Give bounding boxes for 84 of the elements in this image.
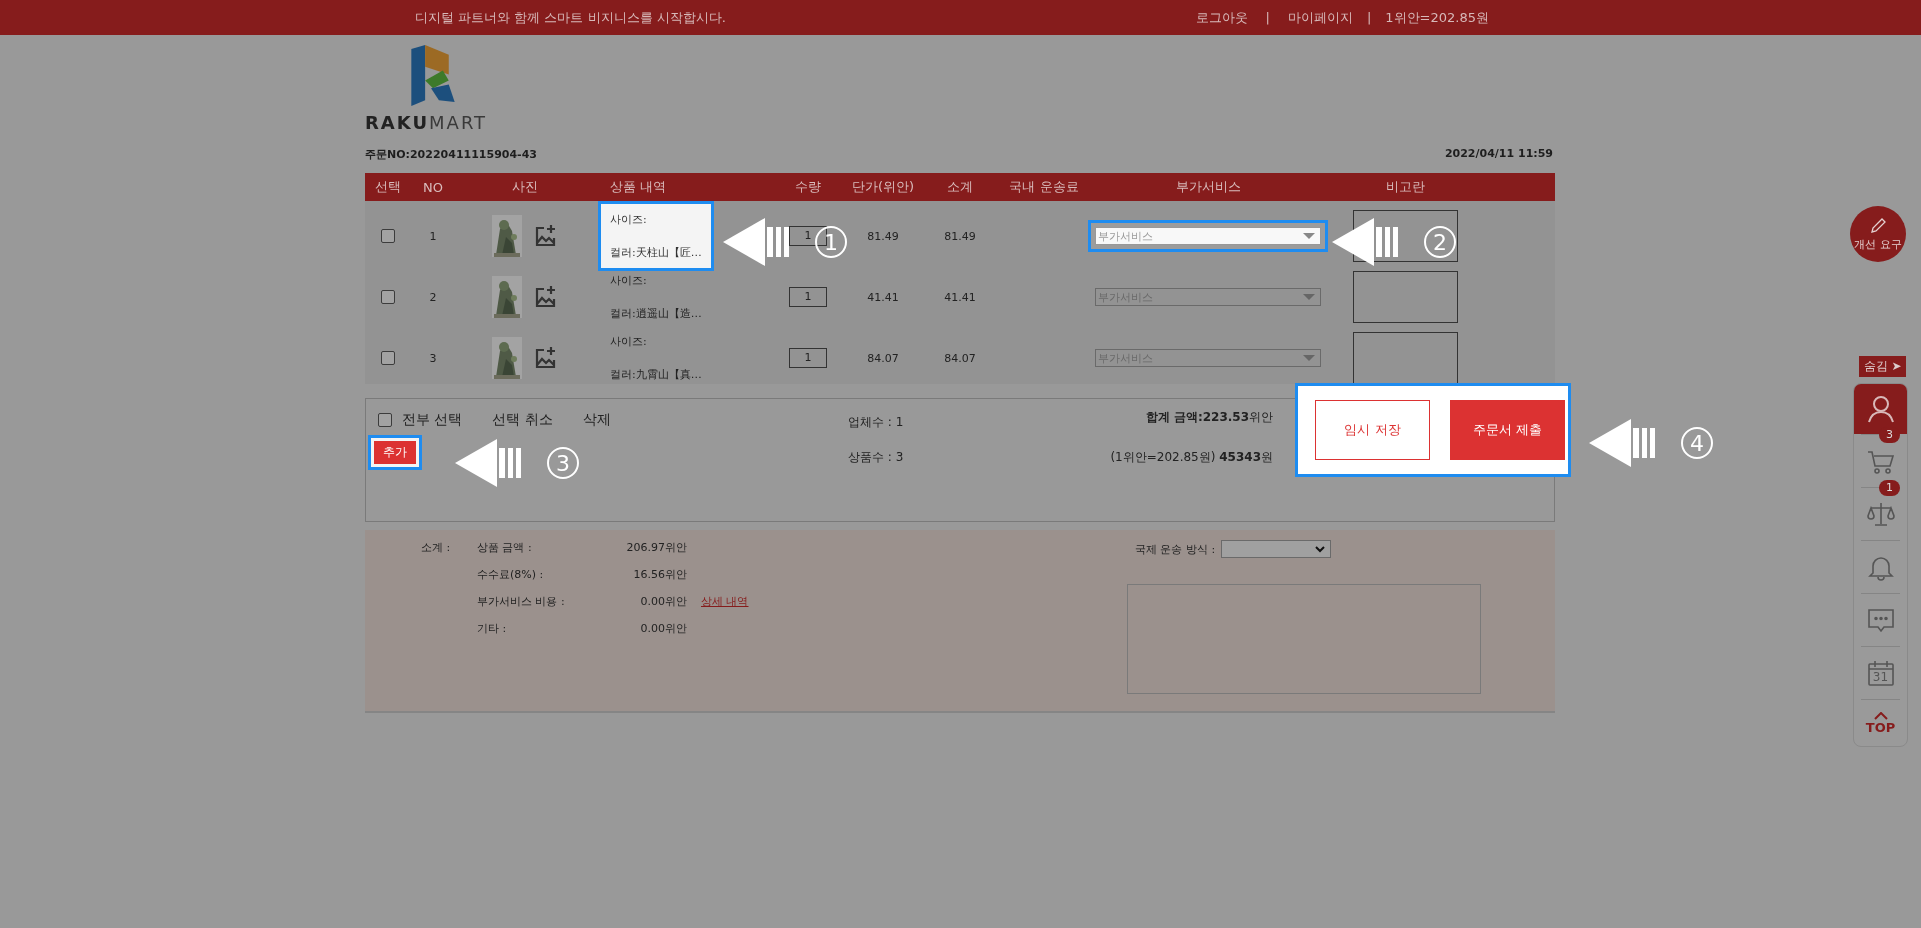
column-header: NO — [422, 179, 444, 195]
separator-text: | — [1366, 10, 1372, 25]
unit-price: 84.07 — [867, 351, 899, 365]
size-text: 사이즈: — [610, 334, 648, 349]
color-text: 컬러:天柱山【匠… — [610, 245, 702, 260]
pencil-icon — [1869, 216, 1887, 235]
details-link[interactable]: 상세 내역 — [687, 595, 749, 608]
remarks-field[interactable] — [1127, 584, 1481, 694]
total-amount: 합계 금액:223.53위안 — [1145, 409, 1273, 426]
column-header: 단가(위안) — [850, 178, 916, 196]
column-header: 사진 — [511, 178, 539, 196]
logout-link[interactable]: 로그아웃 — [1195, 8, 1248, 27]
fee-value: 0.00위안 — [639, 594, 687, 609]
subtotal: 41.41 — [944, 290, 976, 304]
row-number: 2 — [429, 290, 437, 304]
step-number: 3 — [547, 447, 579, 479]
count-badge: 3 — [1879, 427, 1900, 443]
add-image-icon[interactable] — [534, 224, 558, 248]
note-field[interactable] — [1352, 271, 1458, 323]
dropdown-caret-icon — [1303, 355, 1315, 361]
quantity-field[interactable]: 1 — [789, 348, 827, 368]
column-header: 비고란 — [1384, 178, 1426, 196]
fee-label: 부가서비스 비용 : — [477, 594, 566, 609]
unit-price: 41.41 — [867, 290, 899, 304]
slogan-text: 디지털 파트너와 함께 스마트 비지니스를 시작합시다. — [415, 8, 727, 27]
count-badge: 1 — [1879, 480, 1900, 496]
row-number: 1 — [429, 229, 437, 243]
quantity-field[interactable]: 1 — [789, 287, 827, 307]
fee-value: 0.00위안 — [639, 621, 687, 636]
dropdown-caret-icon — [1303, 233, 1315, 239]
add-button[interactable]: 추가 — [374, 441, 416, 464]
step-number: 4 — [1681, 427, 1713, 459]
select-all-checkbox[interactable] — [378, 413, 392, 427]
size-text: 사이즈: — [610, 273, 648, 288]
step-number: 2 — [1424, 226, 1456, 258]
total-krw: (1위안=202.85원) 45343원 — [1110, 449, 1273, 466]
chevron-down-icon — [1315, 545, 1326, 553]
row-checkbox[interactable] — [381, 290, 395, 304]
delete-link[interactable]: 삭제 — [582, 411, 611, 429]
column-header: 수량 — [794, 178, 822, 196]
dropdown-caret-icon — [1303, 294, 1315, 300]
column-header: 소계 — [946, 178, 974, 196]
service-dropdown[interactable]: 부가서비스 — [1095, 227, 1321, 245]
unit-price: 81.49 — [867, 229, 899, 243]
separator-text: | — [1265, 10, 1270, 25]
fee-label: 기타 : — [477, 621, 508, 636]
exchange-rate: 1위안=202.85원 — [1385, 8, 1489, 27]
deselect-link[interactable]: 선택 취소 — [492, 411, 553, 429]
add-image-icon[interactable] — [534, 346, 558, 370]
fee-value: 16.56위안 — [632, 567, 687, 582]
hide-button[interactable]: 숨김 ➤ — [1859, 356, 1906, 377]
select-all-label[interactable]: 전부 선택 — [402, 411, 463, 429]
scale-icon[interactable] — [1866, 500, 1895, 528]
add-image-icon[interactable] — [534, 285, 558, 309]
save-draft-button[interactable]: 임시 저장 — [1315, 400, 1430, 460]
submit-order-button[interactable]: 주문서 제출 — [1450, 400, 1565, 460]
order-date: 2022/04/11 11:59 — [1444, 147, 1553, 162]
vendor-count: 업체수 : 1 — [848, 414, 905, 431]
column-header: 부가서비스 — [1174, 178, 1242, 196]
color-text: 컬러:逍遥山【造… — [610, 306, 702, 321]
mypage-link[interactable]: 마이페이지 — [1287, 8, 1353, 27]
row-number: 3 — [429, 351, 437, 365]
fee-label: 상품 금액 : — [477, 540, 533, 555]
column-header: 상품 내역 — [609, 178, 668, 196]
step-number: 1 — [815, 226, 847, 258]
fee-value: 206.97위안 — [625, 540, 687, 555]
order-number: 주문NO:20220411115904-43 — [365, 147, 537, 163]
item-count: 상품수 : 3 — [848, 449, 905, 466]
subtotal-label: 소계 : — [421, 541, 451, 554]
logo-text: RAKUMART — [365, 112, 488, 133]
fee-label: 수수료(8%) : — [477, 567, 545, 582]
back-to-top-button[interactable]: TOP — [1861, 699, 1900, 746]
row-checkbox[interactable] — [381, 229, 395, 243]
column-header: 국내 운송료 — [1008, 178, 1080, 196]
chat-icon[interactable] — [1866, 606, 1895, 634]
column-header: 선택 — [374, 178, 402, 196]
subtotal: 81.49 — [944, 229, 976, 243]
caret-up-icon — [1873, 711, 1888, 720]
color-text: 컬러:九霄山【真… — [610, 367, 702, 382]
size-text: 사이즈: — [610, 212, 648, 227]
shipping-method-label: 국제 운송 방식 : — [1135, 541, 1216, 557]
feedback-button[interactable]: 개선 요구 — [1850, 206, 1906, 262]
subtotal: 84.07 — [944, 351, 976, 365]
row-checkbox[interactable] — [381, 351, 395, 365]
